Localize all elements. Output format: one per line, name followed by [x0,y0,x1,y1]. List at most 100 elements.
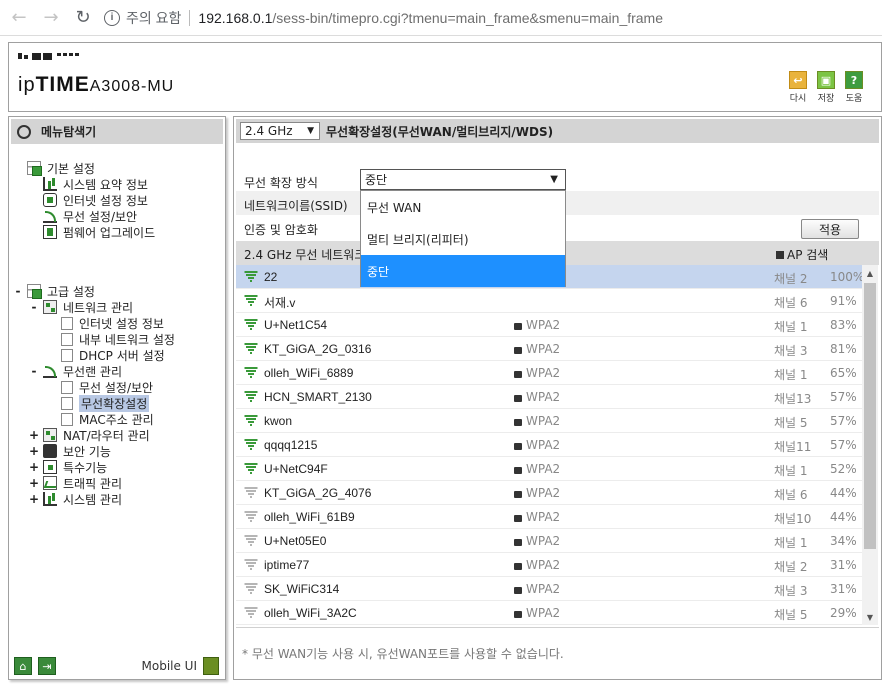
mode-value: 중단 [365,173,388,187]
back-arrow-icon[interactable]: ← [6,5,32,31]
reload-icon[interactable]: ↻ [70,5,96,31]
tree-traffic[interactable]: + 트래픽 관리 [29,475,122,491]
extension-mode-select[interactable]: 중단 ▼ [360,169,566,190]
menu-title: 메뉴탐색기 [41,125,97,139]
ap-row[interactable]: kwon WPA2 채널 5 57% [236,409,862,433]
ap-security: WPA2 [514,342,560,356]
ap-list-scrollbar[interactable]: ▲ ▼ [862,265,878,625]
ap-row[interactable]: olleh_WiFi_6889 WPA2 채널 1 65% [236,361,862,385]
ap-channel: 채널11 [774,440,812,454]
tree-nat-router[interactable]: + NAT/라우터 관리 [29,427,150,443]
signal-icon [244,559,258,571]
tree-wireless-management[interactable]: - 무선랜 관리 [29,363,123,379]
tree-lan-settings[interactable]: 내부 네트워크 설정 [61,331,175,347]
save-button[interactable]: ▣ 저장 [815,71,837,104]
scroll-thumb[interactable] [864,283,876,549]
address-bar[interactable]: i 주의 요함 192.168.0.1/sess-bin/timepro.cgi… [104,4,663,32]
tree-wireless-security[interactable]: 무선 설정/보안 [43,208,137,224]
help-button[interactable]: ? 도움 [843,71,865,104]
logout-icon[interactable]: ⇥ [38,657,56,675]
collapse-icon[interactable]: - [13,284,23,298]
tree-label: 시스템 요약 정보 [63,177,148,192]
ap-row[interactable]: U+Net1C54 WPA2 채널 1 83% [236,313,862,337]
ap-security: WPA2 [514,414,560,428]
tree-internet-settings[interactable]: 인터넷 설정 정보 [61,315,164,331]
back-icon: ↩ [789,71,807,89]
ap-ssid: HCN_SMART_2130 [264,390,372,404]
scan-icon [776,250,784,259]
back-button[interactable]: ↩ 다시 [787,71,809,104]
ap-row[interactable]: 서재.v 채널 6 91% [236,289,862,313]
ap-row[interactable]: KT_GiGA_2G_0316 WPA2 채널 3 81% [236,337,862,361]
ap-ssid: kwon [264,414,293,428]
ap-row[interactable]: olleh_WiFi_3A2C WPA2 채널 5 29% [236,601,862,625]
tree-mac-management[interactable]: MAC주소 관리 [61,411,154,427]
ap-row[interactable]: SK_WiFiC314 WPA2 채널 3 31% [236,577,862,601]
ap-row[interactable]: HCN_SMART_2130 WPA2 채널13 57% [236,385,862,409]
wireless-icon [43,364,57,378]
option-stop[interactable]: 중단 [361,255,565,287]
band-select[interactable]: 2.4 GHz ▼ [240,122,320,140]
scroll-up-icon[interactable]: ▲ [862,265,878,281]
ap-security: WPA2 [514,558,560,572]
home-icon[interactable]: ⌂ [14,657,32,675]
ap-ssid: KT_GiGA_2G_0316 [264,342,372,356]
expand-icon[interactable]: + [29,492,39,506]
tree-wireless-security-adv[interactable]: 무선 설정/보안 [61,379,153,395]
collapse-icon[interactable]: - [29,300,39,314]
expand-icon[interactable]: + [29,444,39,458]
ap-signal: 44% [830,486,857,500]
ap-row[interactable]: KT_GiGA_2G_4076 WPA2 채널 6 44% [236,481,862,505]
collapse-icon[interactable]: - [29,364,39,378]
ap-channel: 채널 1 [774,368,808,382]
mobile-icon[interactable] [203,657,219,675]
tree-system-summary[interactable]: 시스템 요약 정보 [43,176,148,192]
tree-internet-info[interactable]: 인터넷 설정 정보 [43,192,148,208]
tree-advanced-settings[interactable]: - 고급 설정 [13,283,95,299]
info-icon[interactable]: i [104,9,120,26]
scroll-down-icon[interactable]: ▼ [862,609,878,625]
expand-icon[interactable]: + [29,460,39,474]
apply-button[interactable]: 적용 [801,219,859,239]
folder-icon [27,284,42,299]
ap-security: WPA2 [514,582,560,596]
tree-system[interactable]: + 시스템 관리 [29,491,122,507]
tree-label: 무선 설정/보안 [63,209,138,224]
expand-icon[interactable]: + [29,428,39,442]
page-icon [61,412,73,426]
mobile-ui-link[interactable]: Mobile UI [142,659,198,673]
lock-icon [514,346,522,354]
tree-label: 고급 설정 [47,284,95,299]
tree-security[interactable]: + 보안 기능 [29,443,111,459]
tree-special[interactable]: + 특수기능 [29,459,107,475]
tree-label: 트래픽 관리 [63,476,123,491]
tree-basic-settings[interactable]: 기본 설정 [27,160,95,176]
ap-channel: 채널 2 [774,560,808,574]
ap-row[interactable]: iptime77 WPA2 채널 2 31% [236,553,862,577]
ap-row[interactable]: U+Net05E0 WPA2 채널 1 34% [236,529,862,553]
ap-security: WPA2 [514,486,560,500]
tree-label: DHCP 서버 설정 [79,348,165,363]
ap-row[interactable]: olleh_WiFi_61B9 WPA2 채널10 44% [236,505,862,529]
panel-header: 2.4 GHz ▼ 무선확장설정(무선WAN/멀티브리지/WDS) [236,119,879,143]
tree-network-management[interactable]: - 네트워크 관리 [29,299,133,315]
ap-channel: 채널 5 [774,608,808,622]
forward-arrow-icon[interactable]: → [38,5,64,31]
ap-security: WPA2 [514,510,560,524]
tree-wireless-extension[interactable]: 무선확장설정 [61,394,150,412]
ap-signal: 91% [830,294,857,308]
expand-icon[interactable]: + [29,476,39,490]
ap-row[interactable]: U+NetC94F WPA2 채널 1 52% [236,457,862,481]
option-wireless-wan[interactable]: 무선 WAN [361,191,565,223]
option-multi-bridge[interactable]: 멀티 브리지(리피터) [361,223,565,255]
url-path: /sess-bin/timepro.cgi?tmenu=main_frame&s… [272,9,664,26]
ap-row[interactable]: qqqq1215 WPA2 채널11 57% [236,433,862,457]
lock-icon [514,466,522,474]
ap-signal: 57% [830,438,857,452]
tree-label: 무선확장설정 [79,394,150,412]
ap-scan-button[interactable]: AP 검색 [776,246,828,263]
ap-list-title: 2.4 GHz 무선 네트워크 [244,248,366,262]
tree-dhcp-settings[interactable]: DHCP 서버 설정 [61,347,165,363]
tree-firmware-upgrade[interactable]: 펌웨어 업그레이드 [43,224,155,240]
tree-label: 네트워크 관리 [63,300,134,315]
